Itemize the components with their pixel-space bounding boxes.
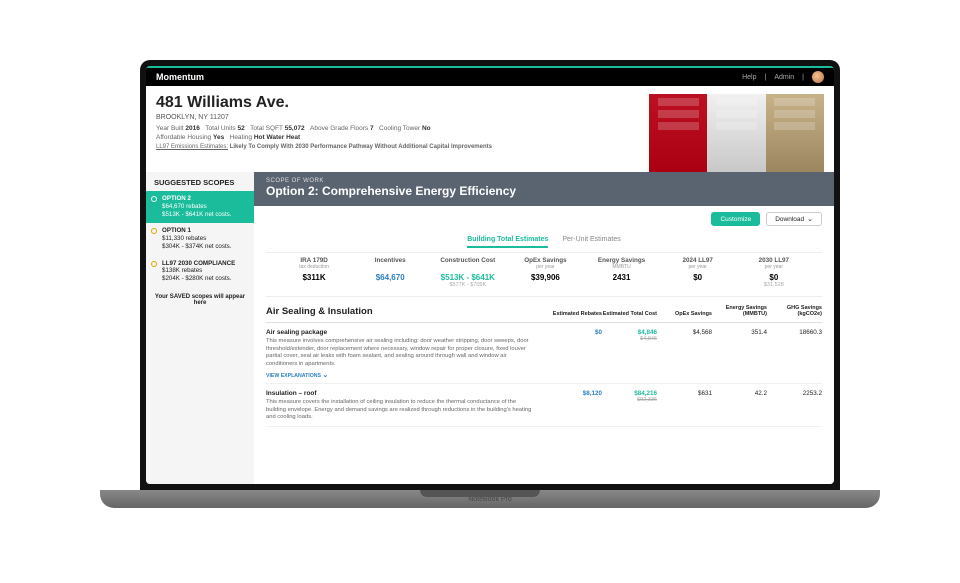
metric-incentives[interactable]: Incentives $64,670 xyxy=(364,257,416,288)
metric-construction: Construction Cost $513K - $641K$577K - $… xyxy=(440,257,495,288)
tab-building-total[interactable]: Building Total Estimates xyxy=(467,236,548,248)
download-button[interactable]: Download⌄ xyxy=(766,212,822,226)
scope-status-icon xyxy=(151,196,157,202)
avatar[interactable] xyxy=(812,71,824,83)
scope-option-1[interactable]: OPTION 1 $11,330 rebates $304K - $374K n… xyxy=(146,223,254,255)
chevron-down-icon: ⌄ xyxy=(322,372,328,379)
measure-desc: This measure covers the installation of … xyxy=(266,399,537,422)
ll97-estimates-link[interactable]: LL97 Emissions Estimates: xyxy=(156,144,228,150)
sidebar: SUGGESTED SCOPES OPTION 2 $64,670 rebate… xyxy=(146,172,254,484)
metric-2030ll97: 2030 LL97per year$0$31,528 xyxy=(748,257,800,288)
ll97-estimates-value: Likely To Comply With 2030 Performance P… xyxy=(230,144,492,150)
property-photos[interactable] xyxy=(649,94,824,172)
metric-energy: Energy SavingsMMBTU2431 xyxy=(596,257,648,288)
scope-ll97-2030[interactable]: LL97 2030 COMPLIANCE $138K rebates $204K… xyxy=(146,256,254,288)
metric-opex: OpEx Savingsper year$39,906 xyxy=(519,257,571,288)
property-name: 481 Williams Ave. xyxy=(156,94,649,112)
metric-2024ll97: 2024 LL97per year$0 xyxy=(672,257,724,288)
brand-logo[interactable]: Momentum xyxy=(156,72,204,82)
saved-scopes-placeholder: Your SAVED scopes will appear here xyxy=(146,288,254,312)
customize-button[interactable]: Customize xyxy=(711,212,760,226)
scope-option-2[interactable]: OPTION 2 $64,670 rebates $513K - $641K n… xyxy=(146,191,254,223)
scope-banner: SCOPE OF WORK Option 2: Comprehensive En… xyxy=(254,172,834,206)
view-explanations-link[interactable]: VIEW EXPLANATIONS ⌄ xyxy=(266,371,537,379)
scope-title: Option 2: Comprehensive Energy Efficienc… xyxy=(266,184,822,198)
section-air-sealing: Air Sealing & Insulation Estimated Rebat… xyxy=(254,297,834,427)
metrics-row: IRA 179Dtax deduction$311K Incentives $6… xyxy=(266,252,822,297)
property-header: 481 Williams Ave. BROOKLYN, NY 11207 Yea… xyxy=(146,86,834,172)
measure-row: Air sealing package This measure involve… xyxy=(266,323,822,384)
section-title: Air Sealing & Insulation xyxy=(266,306,547,317)
scope-status-icon xyxy=(151,261,157,267)
content: SCOPE OF WORK Option 2: Comprehensive En… xyxy=(254,172,834,484)
nav-help[interactable]: Help xyxy=(742,74,756,81)
measure-desc: This measure involves comprehensive air … xyxy=(266,338,537,368)
chevron-down-icon: ⌄ xyxy=(807,215,813,223)
measure-title: Insulation – roof xyxy=(266,390,537,397)
topbar: Momentum Help | Admin | xyxy=(146,66,834,86)
measure-title: Air sealing package xyxy=(266,329,537,336)
sidebar-title: SUGGESTED SCOPES xyxy=(146,172,254,191)
estimate-tabs: Building Total Estimates Per-Unit Estima… xyxy=(254,232,834,252)
metric-ira179d: IRA 179Dtax deduction$311K xyxy=(288,257,340,288)
tab-per-unit[interactable]: Per-Unit Estimates xyxy=(562,236,620,248)
scope-status-icon xyxy=(151,228,157,234)
measure-row: Insulation – roof This measure covers th… xyxy=(266,384,822,427)
nav-admin[interactable]: Admin xyxy=(774,74,794,81)
property-address2: BROOKLYN, NY 11207 xyxy=(156,114,649,121)
